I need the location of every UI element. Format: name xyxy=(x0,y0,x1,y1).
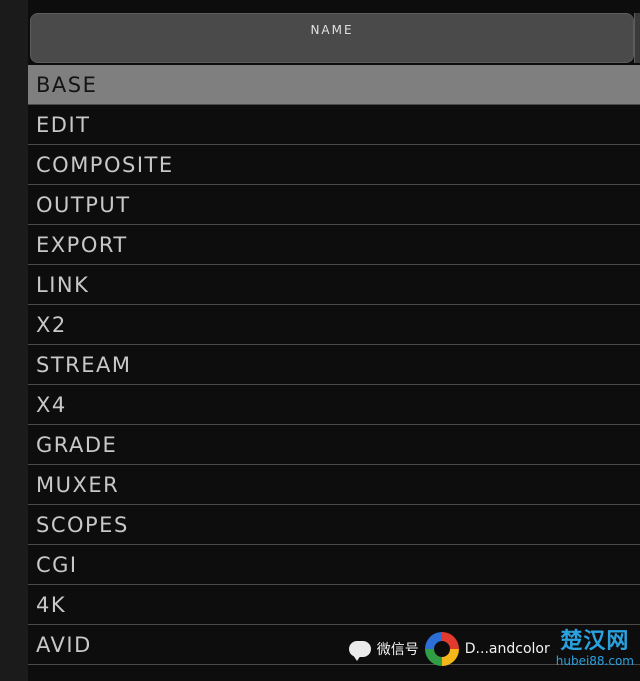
list-item[interactable]: EXPORT xyxy=(28,225,640,265)
name-column-header-label: NAME xyxy=(310,23,354,37)
list-item-label: 4K xyxy=(36,593,67,617)
list-item[interactable]: X2 xyxy=(28,305,640,345)
watermark: 微信号 D...andcolor 楚汉网 hubei88.com xyxy=(348,629,634,668)
list-item[interactable]: COMPOSITE xyxy=(28,145,640,185)
list-item[interactable]: GRADE xyxy=(28,425,640,465)
list-item-label: SCOPES xyxy=(36,513,129,537)
list-item-label: GRADE xyxy=(36,433,118,457)
list-item-label: CGI xyxy=(36,553,78,577)
list-item-label: BASE xyxy=(36,73,98,97)
list-item-label: LINK xyxy=(36,273,90,297)
list-item[interactable]: STREAM xyxy=(28,345,640,385)
list-item[interactable]: EDIT xyxy=(28,105,640,145)
list-item[interactable]: BASE xyxy=(28,65,640,105)
list-item-label: STREAM xyxy=(36,353,132,377)
list-item[interactable]: 4K xyxy=(28,585,640,625)
list-item-label: X2 xyxy=(36,313,67,337)
site-logo-icon xyxy=(424,632,459,666)
list-item-label: X4 xyxy=(36,393,67,417)
list-item[interactable]: SCOPES xyxy=(28,505,640,545)
list-item[interactable]: MUXER xyxy=(28,465,640,505)
watermark-site: 楚汉网 hubei88.com xyxy=(555,629,634,668)
watermark-site-name: 楚汉网 xyxy=(560,629,630,654)
list-item[interactable]: X4 xyxy=(28,385,640,425)
list-item-label: EXPORT xyxy=(36,233,128,257)
list-item-label: OUTPUT xyxy=(36,193,131,217)
watermark-site-url: hubei88.com xyxy=(555,654,634,668)
list-item[interactable]: OUTPUT xyxy=(28,185,640,225)
list-item-label: COMPOSITE xyxy=(36,153,174,177)
name-list: BASE EDIT COMPOSITE OUTPUT EXPORT LINK X2 STREA… xyxy=(28,65,640,665)
list-item-label: EDIT xyxy=(36,113,91,137)
name-column-header[interactable]: NAME xyxy=(30,13,634,63)
list-item-label: MUXER xyxy=(36,473,120,497)
list-item[interactable]: LINK xyxy=(28,265,640,305)
watermark-label: 微信号 xyxy=(376,642,419,658)
next-column-header[interactable] xyxy=(634,13,640,63)
list-panel: NAME BASE EDIT COMPOSITE OUTPUT EXPORT LINK X2… xyxy=(28,0,640,681)
watermark-handle: D...andcolor xyxy=(464,641,550,657)
left-gutter xyxy=(0,0,28,681)
list-item[interactable]: CGI xyxy=(28,545,640,585)
wechat-icon xyxy=(348,641,371,661)
list-item-label: AVID xyxy=(36,633,92,657)
